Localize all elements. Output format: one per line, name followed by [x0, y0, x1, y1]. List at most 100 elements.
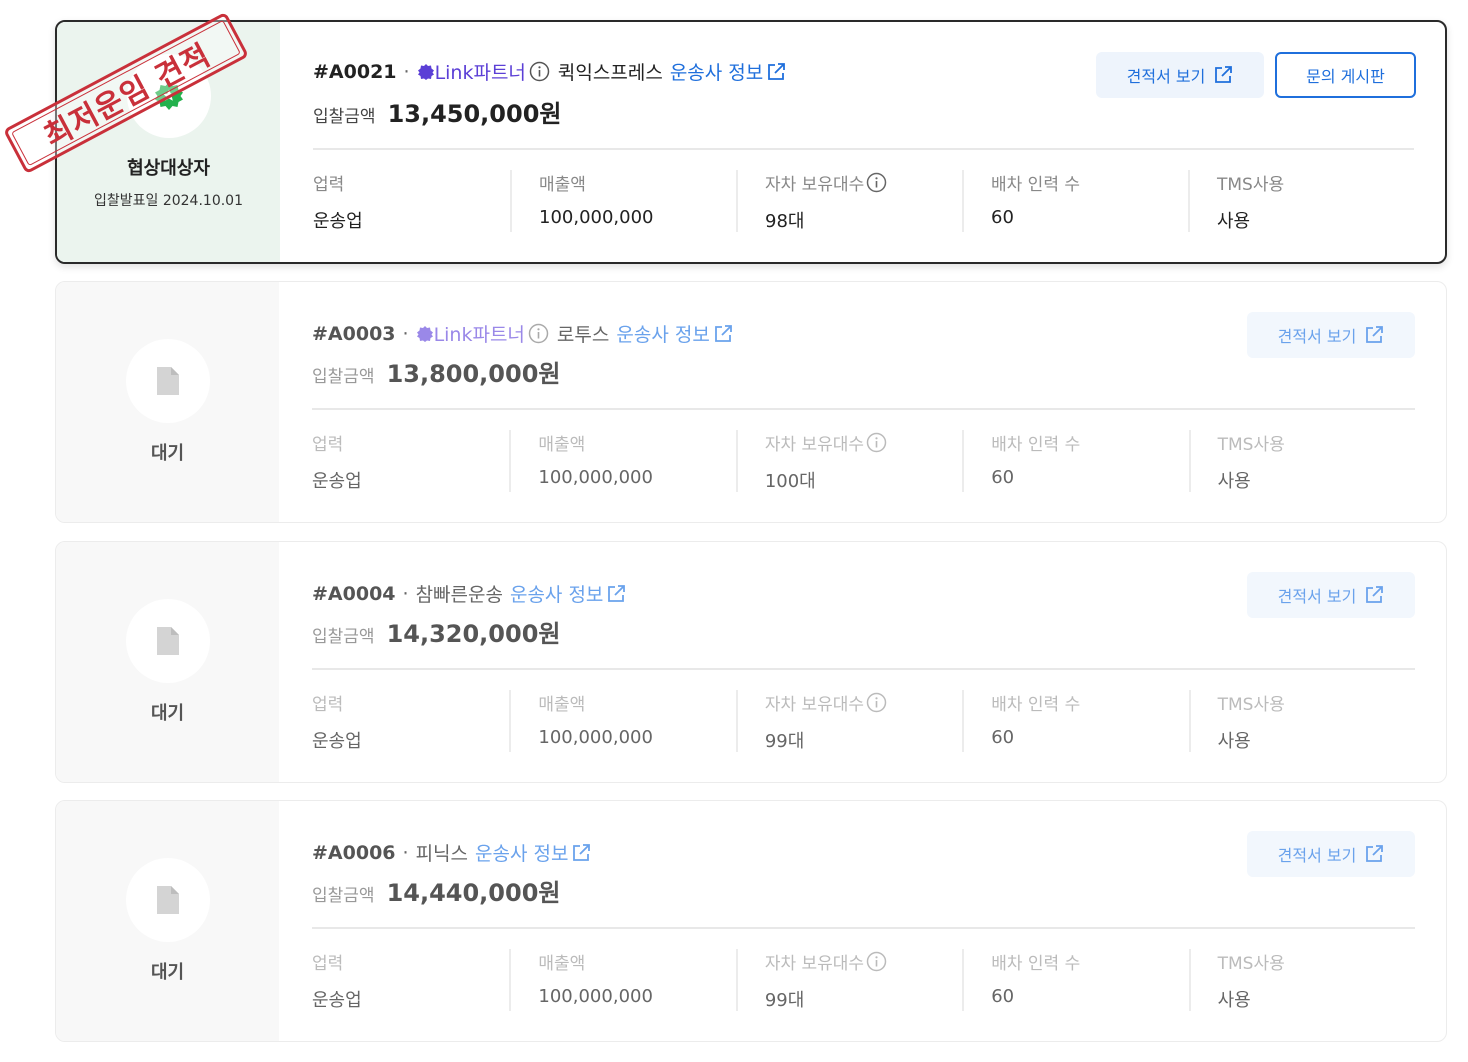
stat-label: 업력 [313, 175, 345, 195]
stat-value: 60 [991, 207, 1014, 228]
external-link-icon [766, 62, 786, 82]
view-quote-button[interactable]: 견적서 보기 [1247, 312, 1415, 358]
bid-amount-row: 입찰금액 13,450,000원 [313, 94, 561, 129]
bid-id: #A0006 [312, 841, 396, 864]
external-link-icon [1364, 325, 1384, 345]
bid-title-row: #A0006 · 피닉스 운송사 정보 [312, 839, 591, 866]
stat-label-with-info: 자차 보유대수 [765, 430, 962, 455]
stat-value: 99대 [764, 731, 805, 752]
external-link-icon [1364, 585, 1384, 605]
info-icon[interactable] [866, 172, 887, 193]
carrier-info-link[interactable]: 운송사 정보 [510, 580, 626, 607]
view-quote-button[interactable]: 견적서 보기 [1247, 572, 1415, 618]
stat-career: 업력 운송업 [313, 170, 510, 232]
stat-dispatch: 배차 인력 수 60 [962, 430, 1188, 492]
stat-tms: TMS사용 사용 [1188, 430, 1415, 492]
stat-label-with-info: 자차 보유대수 [765, 690, 962, 715]
stat-label: 배차 인력 수 [991, 435, 1081, 455]
carrier-info-link[interactable]: 운송사 정보 [670, 58, 786, 85]
document-icon [155, 366, 181, 396]
carrier-info-link[interactable]: 운송사 정보 [616, 320, 732, 347]
amount-value: 14,320,000원 [386, 620, 561, 648]
bid-amount-row: 입찰금액 14,440,000원 [312, 873, 560, 908]
stat-career: 업력 운송업 [312, 430, 509, 492]
amount-value: 13,800,000원 [386, 360, 561, 388]
company-name: 피닉스 [415, 843, 469, 865]
stat-dispatch: 배차 인력 수 60 [962, 690, 1188, 752]
stat-value: 운송업 [312, 471, 362, 492]
view-quote-button[interactable]: 견적서 보기 [1096, 52, 1264, 98]
stat-label: TMS사용 [1217, 175, 1285, 195]
status-label: 협상대상자 [127, 158, 210, 179]
inquiry-board-button[interactable]: 문의 게시판 [1275, 52, 1416, 98]
stat-tms: TMS사용 사용 [1188, 170, 1414, 232]
company-name: 퀵익스프레스 [557, 62, 663, 84]
stat-label: 매출액 [538, 695, 586, 715]
partner-info-icon[interactable] [529, 61, 550, 82]
stat-label: 자차 보유대수 [764, 695, 865, 715]
amount-label: 입찰금액 [313, 107, 376, 127]
separator-dot: · [402, 582, 409, 605]
divider [312, 668, 1415, 670]
stat-value: 98대 [765, 211, 805, 232]
partner-gear-icon [417, 63, 435, 81]
info-icon[interactable] [866, 692, 887, 713]
stat-label: TMS사용 [1217, 695, 1285, 715]
stat-vehicles: 자차 보유대수 99대 [735, 690, 962, 752]
bid-card-A0006: 대기 #A0006 · 피닉스 운송사 정보 입찰금액 14,440,000원 … [55, 800, 1447, 1042]
view-quote-label: 견적서 보기 [1277, 587, 1357, 606]
stat-vehicles: 자차 보유대수 99대 [735, 949, 962, 1011]
carrier-info-label: 운송사 정보 [669, 62, 764, 84]
bid-amount-row: 입찰금액 14,320,000원 [312, 614, 560, 649]
stat-value: 100,000,000 [538, 467, 653, 488]
external-link-icon [606, 584, 626, 604]
partner-label: Link파트너 [433, 324, 525, 346]
status-label: 대기 [150, 962, 185, 983]
amount-label: 입찰금액 [312, 627, 375, 647]
separator-dot: · [403, 60, 410, 83]
info-icon[interactable] [866, 432, 887, 453]
status-column: 대기 [56, 542, 279, 782]
stat-label: 업력 [312, 695, 344, 715]
stat-value: 60 [991, 467, 1015, 488]
carrier-info-link[interactable]: 운송사 정보 [475, 839, 591, 866]
bid-id: #A0004 [312, 582, 396, 605]
bid-card-A0021: 협상대상자 입찰발표일 2024.10.01 #A0021 · Link파트너 … [55, 20, 1447, 264]
stat-label: 업력 [312, 954, 344, 974]
bid-card-A0004: 대기 #A0004 · 참빠른운송 운송사 정보 입찰금액 14,320,000… [55, 541, 1447, 783]
link-partner-badge: Link파트너 [416, 320, 549, 347]
carrier-info-label: 운송사 정보 [475, 843, 569, 865]
stat-label: 매출액 [538, 954, 586, 974]
external-link-icon [571, 843, 591, 863]
status-badge [125, 599, 210, 683]
external-link-icon [713, 324, 733, 344]
stat-label-with-info: 자차 보유대수 [765, 170, 962, 195]
stat-label: 배차 인력 수 [991, 954, 1081, 974]
info-icon[interactable] [866, 951, 887, 972]
stat-sales: 매출액 100,000,000 [509, 949, 735, 1011]
partner-gear-icon [416, 325, 434, 343]
document-icon [155, 626, 181, 656]
separator-dot: · [402, 322, 409, 345]
stat-dispatch: 배차 인력 수 60 [962, 949, 1188, 1011]
stat-label: 배차 인력 수 [991, 695, 1081, 715]
amount-label: 입찰금액 [312, 886, 375, 906]
stat-value: 사용 [1217, 990, 1251, 1011]
status-label: 대기 [150, 443, 185, 464]
view-quote-button[interactable]: 견적서 보기 [1247, 831, 1415, 877]
amount-value: 13,450,000원 [387, 100, 562, 128]
stat-label: TMS사용 [1217, 435, 1285, 455]
stat-value: 100,000,000 [539, 207, 654, 228]
status-column: 대기 [56, 282, 279, 522]
divider [313, 148, 1414, 150]
stat-value: 100대 [764, 471, 816, 492]
partner-info-icon[interactable] [528, 323, 549, 344]
divider [312, 408, 1415, 410]
bid-stats: 업력 운송업 매출액 100,000,000 자차 보유대수 99대 배차 인력… [312, 690, 1415, 752]
view-quote-label: 견적서 보기 [1277, 327, 1357, 346]
external-link-icon [1213, 65, 1233, 85]
stat-label: 업력 [312, 435, 344, 455]
stat-tms: TMS사용 사용 [1188, 949, 1415, 1011]
view-quote-label: 견적서 보기 [1277, 846, 1357, 865]
stat-value: 사용 [1217, 471, 1251, 492]
